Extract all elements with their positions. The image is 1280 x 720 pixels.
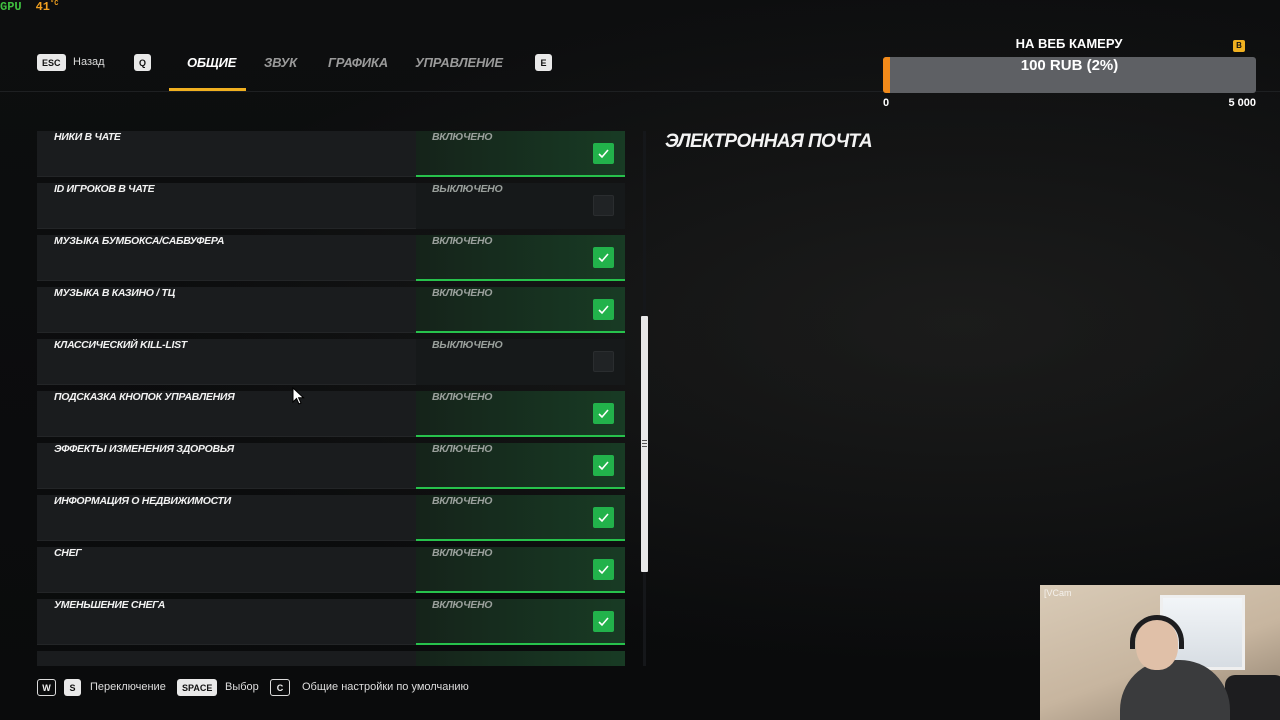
gpu-unit: °C — [50, 0, 59, 8]
setting-label: Классический Kill-list — [54, 339, 187, 351]
gpu-label: GPU — [0, 0, 22, 14]
setting-row[interactable]: Музыка в казино / ТЦ Включено — [37, 287, 625, 333]
setting-label: Снег — [54, 547, 82, 559]
setting-label: Музыка бумбокса/сабвуфера — [54, 235, 225, 247]
setting-row[interactable]: Музыка бумбокса/сабвуфера Включено — [37, 235, 625, 281]
setting-description-title: Электронная почта — [665, 131, 873, 152]
donation-progress-text: 100 RUB (2%) — [1020, 57, 1119, 74]
cursor-arrow-icon — [292, 387, 305, 405]
setting-state: Включено — [432, 391, 493, 403]
setting-label: Уменьшение снега — [54, 599, 166, 611]
setting-label: Информация о недвижимости — [54, 495, 231, 507]
checkbox[interactable] — [593, 351, 614, 372]
gpu-temp: 41 — [35, 0, 51, 14]
checkbox[interactable] — [593, 507, 614, 528]
settings-list: Ники в чате Включено ID игроков в чате Выкл… — [37, 131, 626, 666]
setting-toggle[interactable]: Включено — [416, 287, 625, 333]
donation-title: НА ВЕБ КАМЕРУ — [1015, 36, 1123, 51]
hint-switch: Переключение — [90, 681, 166, 693]
checkbox[interactable] — [593, 455, 614, 476]
setting-toggle[interactable]: Включено — [416, 599, 625, 645]
checkbox[interactable] — [593, 611, 614, 632]
setting-toggle[interactable]: Включено — [416, 547, 625, 593]
scrollbar-grip-icon — [642, 440, 647, 447]
tab-sound[interactable]: Звук — [264, 54, 297, 71]
tab-general[interactable]: Общие — [187, 54, 236, 71]
setting-row-partial[interactable] — [37, 651, 625, 666]
check-icon — [598, 409, 609, 419]
reset-defaults-button[interactable]: Общие настройки по умолчанию — [302, 679, 469, 696]
check-icon — [598, 149, 609, 159]
checkbox[interactable] — [593, 559, 614, 580]
setting-toggle[interactable]: Выключено — [416, 183, 625, 229]
setting-label: Подсказка кнопок управления — [54, 391, 235, 403]
setting-row[interactable]: Информация о недвижимости Включено — [37, 495, 625, 541]
setting-state: Включено — [432, 547, 493, 559]
checkbox[interactable] — [593, 247, 614, 268]
setting-state: Выключено — [432, 339, 503, 351]
prev-tab-key[interactable]: Q — [134, 54, 151, 71]
setting-toggle[interactable]: Включено — [416, 131, 625, 177]
key-w: W — [37, 679, 56, 696]
setting-state: Включено — [432, 443, 493, 455]
setting-label: Ники в чате — [54, 131, 121, 143]
setting-row[interactable]: Снег Включено — [37, 547, 625, 593]
checkbox[interactable] — [593, 195, 614, 216]
setting-toggle[interactable]: Включено — [416, 391, 625, 437]
setting-toggle[interactable] — [416, 651, 625, 666]
setting-state: Включено — [432, 131, 493, 143]
donation-progress-bar: 100 RUB (2%) — [883, 57, 1256, 93]
setting-row[interactable]: ID игроков в чате Выключено — [37, 183, 625, 229]
donation-min: 0 — [883, 97, 890, 109]
tab-graphics[interactable]: Графика — [328, 54, 388, 71]
webcam-overlay: [VCam — [1040, 585, 1280, 720]
tab-controls[interactable]: Управление — [415, 54, 503, 71]
check-icon — [598, 617, 609, 627]
donation-max: 5 000 — [1228, 97, 1256, 109]
donation-badge: B — [1233, 40, 1245, 52]
setting-label: Музыка в казино / ТЦ — [54, 287, 175, 299]
setting-row[interactable]: Ники в чате Включено — [37, 131, 625, 177]
check-icon — [598, 461, 609, 471]
setting-state: Включено — [432, 287, 493, 299]
checkbox[interactable] — [593, 403, 614, 424]
hint-select: Выбор — [225, 681, 259, 693]
setting-row[interactable]: Уменьшение снега Включено — [37, 599, 625, 645]
check-icon — [598, 513, 609, 523]
check-icon — [598, 253, 609, 263]
setting-label: Эффекты изменения здоровья — [54, 443, 234, 455]
setting-label: ID игроков в чате — [54, 183, 155, 195]
key-c[interactable]: C — [270, 679, 290, 696]
setting-row[interactable]: Подсказка кнопок управления Включено — [37, 391, 625, 437]
checkbox[interactable] — [593, 143, 614, 164]
setting-state: Выключено — [432, 183, 503, 195]
setting-state: Включено — [432, 599, 493, 611]
gpu-overlay: GPU 41°C — [0, 0, 58, 14]
check-icon — [598, 305, 609, 315]
key-s: S — [64, 679, 81, 696]
back-button[interactable]: Назад — [73, 54, 105, 71]
key-space: SPACE — [177, 679, 218, 696]
check-icon — [598, 565, 609, 575]
setting-row[interactable]: Классический Kill-list Выключено — [37, 339, 625, 385]
setting-state: Включено — [432, 495, 493, 507]
setting-row[interactable]: Эффекты изменения здоровья Включено — [37, 443, 625, 489]
webcam-chair — [1225, 675, 1280, 720]
webcam-label: [VCam — [1044, 588, 1072, 598]
setting-state: Включено — [432, 235, 493, 247]
esc-key[interactable]: ESC — [37, 54, 66, 71]
checkbox[interactable] — [593, 299, 614, 320]
setting-toggle[interactable]: Выключено — [416, 339, 625, 385]
setting-toggle[interactable]: Включено — [416, 495, 625, 541]
setting-toggle[interactable]: Включено — [416, 235, 625, 281]
next-tab-key[interactable]: E — [535, 54, 552, 71]
setting-toggle[interactable]: Включено — [416, 443, 625, 489]
